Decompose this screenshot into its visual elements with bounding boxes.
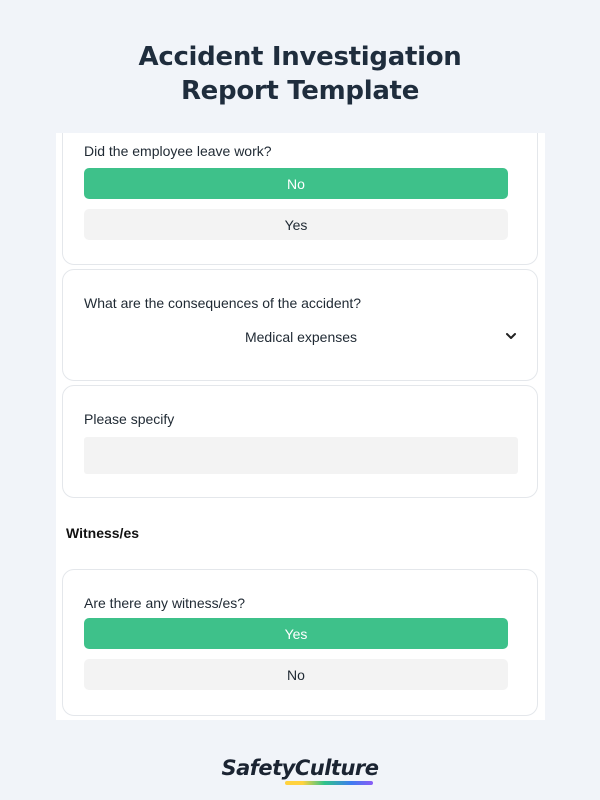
chevron-down-icon: [506, 333, 516, 339]
page-title: Accident Investigation Report Template: [0, 40, 600, 108]
specify-input[interactable]: [84, 437, 518, 474]
leave-work-option-no[interactable]: No: [84, 168, 508, 199]
witness-section-heading: Witness/es: [66, 525, 140, 541]
form-panel: Did the employee leave work? No Yes What…: [56, 133, 545, 720]
specify-card: Please specify: [62, 385, 538, 498]
consequences-select[interactable]: Medical expenses: [84, 323, 518, 351]
witness-question: Are there any witness/es?: [84, 595, 246, 611]
consequences-question: What are the consequences of the acciden…: [84, 295, 362, 311]
leave-work-question: Did the employee leave work?: [84, 143, 272, 159]
page-title-line-2: Report Template: [180, 76, 420, 106]
witness-option-no[interactable]: No: [84, 659, 508, 690]
consequences-card: What are the consequences of the acciden…: [62, 269, 538, 381]
specify-question: Please specify: [84, 411, 175, 427]
leave-work-option-yes[interactable]: Yes: [84, 209, 508, 240]
consequences-selected-value: Medical expenses: [244, 329, 358, 345]
safetyculture-logo: SafetyCulture: [221, 756, 379, 780]
logo-underline: [285, 781, 373, 785]
witness-option-yes[interactable]: Yes: [84, 618, 508, 649]
page-title-line-1: Accident Investigation: [138, 42, 462, 72]
witness-card: Are there any witness/es? Yes No: [62, 569, 538, 716]
leave-work-card: Did the employee leave work? No Yes: [62, 133, 538, 265]
